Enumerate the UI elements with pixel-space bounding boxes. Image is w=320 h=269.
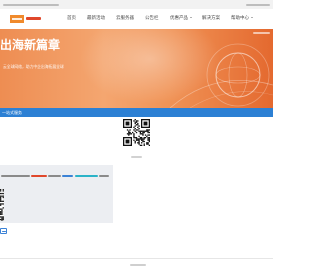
nav-latest-events[interactable]: 最新活动 bbox=[87, 16, 105, 22]
notice-highlight-cyan[interactable] bbox=[75, 175, 98, 177]
consult-button-label bbox=[2, 230, 6, 232]
nav-label: 优惠产品 bbox=[170, 16, 188, 21]
site-header: 首页 最新活动 云服务器 公告栏 优惠产品 解决方案 帮助中心 bbox=[0, 9, 273, 29]
nav-announcements[interactable]: 公告栏 bbox=[145, 16, 159, 22]
nav-home[interactable]: 首页 bbox=[67, 16, 76, 22]
logo[interactable] bbox=[10, 15, 42, 23]
section-title: 一站式服务 bbox=[2, 110, 22, 115]
qr-code-icon bbox=[123, 119, 150, 146]
nav-label: 解决方案 bbox=[202, 16, 220, 21]
chevron-down-icon bbox=[189, 17, 192, 18]
nav-label: 公告栏 bbox=[145, 16, 159, 21]
notice-highlight-blue[interactable] bbox=[62, 175, 73, 177]
welcome-text bbox=[3, 3, 59, 6]
footer-divider bbox=[0, 258, 273, 259]
nav-solutions[interactable]: 解决方案 bbox=[202, 16, 220, 22]
nav-help-center[interactable]: 帮助中心 bbox=[231, 16, 253, 22]
chevron-down-icon bbox=[250, 17, 253, 18]
notice-text bbox=[99, 175, 109, 177]
notice-text bbox=[48, 175, 61, 177]
top-utility-bar bbox=[0, 0, 273, 9]
contact-text bbox=[246, 3, 270, 6]
consult-button[interactable] bbox=[0, 228, 7, 234]
nav-label: 首页 bbox=[67, 16, 76, 21]
nav-label: 帮助中心 bbox=[231, 16, 249, 21]
hero-banner[interactable]: 出海新篇章 云全球网络，助力中企出海拓展全球 bbox=[0, 29, 273, 108]
banner-subtitle: 云全球网络，助力中企出海拓展全球 bbox=[3, 64, 64, 69]
footer-text bbox=[130, 264, 146, 266]
logo-wordmark bbox=[26, 17, 41, 20]
nav-label: 最新活动 bbox=[87, 16, 105, 21]
nav-promotions[interactable]: 优惠产品 bbox=[170, 16, 192, 22]
section-bar: 一站式服务 bbox=[0, 108, 273, 117]
notice-box bbox=[0, 165, 113, 223]
logo-mark bbox=[10, 15, 24, 23]
banner-title: 出海新篇章 bbox=[0, 38, 61, 52]
notice-text bbox=[1, 175, 30, 177]
nav-cloud-server[interactable]: 云服务器 bbox=[116, 16, 134, 22]
nav-label: 云服务器 bbox=[116, 16, 134, 21]
qr-caption bbox=[131, 156, 142, 158]
notice-highlight-red[interactable] bbox=[31, 175, 47, 177]
side-qr-code-icon bbox=[0, 189, 4, 221]
logo-mark-text bbox=[12, 18, 22, 20]
